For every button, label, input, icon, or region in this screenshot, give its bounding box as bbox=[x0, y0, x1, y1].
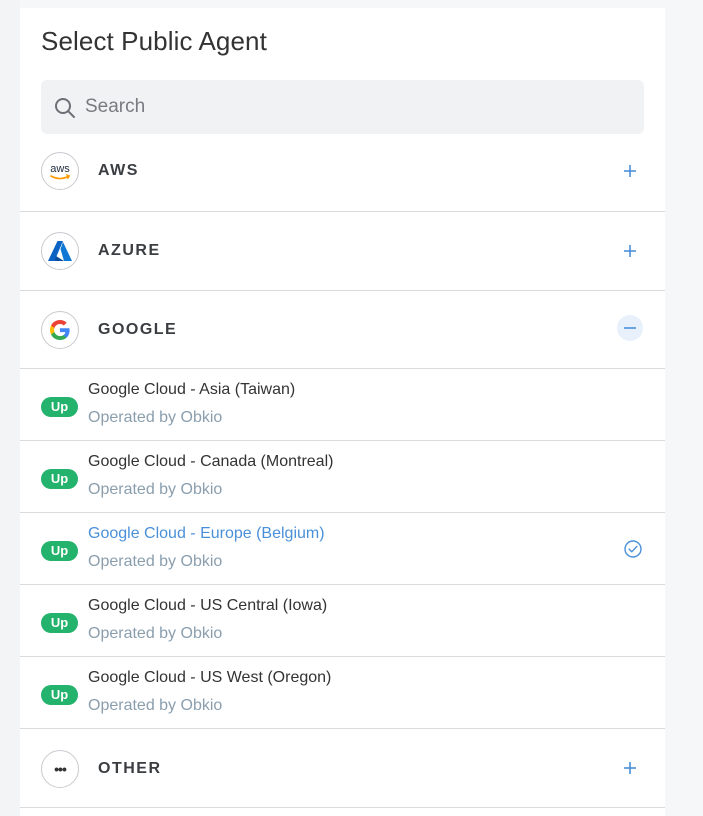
more-dots-icon: ••• bbox=[41, 750, 79, 788]
provider-name-google: GOOGLE bbox=[98, 321, 178, 338]
plus-icon bbox=[624, 762, 636, 774]
provider-row-other[interactable]: ••• OTHER bbox=[20, 729, 665, 808]
svg-text:aws: aws bbox=[50, 163, 70, 175]
provider-name-azure: AZURE bbox=[98, 242, 161, 259]
provider-row-azure[interactable]: AZURE bbox=[20, 212, 665, 291]
status-badge: Up bbox=[41, 397, 78, 417]
agent-operator: Operated by Obkio bbox=[88, 409, 223, 426]
agent-operator: Operated by Obkio bbox=[88, 553, 223, 570]
search-icon bbox=[55, 98, 75, 118]
search-box[interactable] bbox=[41, 80, 644, 134]
agent-name: Google Cloud - US Central (Iowa) bbox=[88, 597, 328, 614]
minus-icon bbox=[624, 327, 636, 329]
agent-operator: Operated by Obkio bbox=[88, 481, 223, 498]
search-input[interactable] bbox=[85, 80, 625, 134]
azure-logo-icon bbox=[41, 232, 79, 270]
status-badge: Up bbox=[41, 541, 78, 561]
expand-aws-button[interactable] bbox=[617, 158, 643, 184]
agent-row[interactable]: Up Google Cloud - Canada (Montreal) Oper… bbox=[20, 441, 665, 513]
agent-row[interactable]: Up Google Cloud - US Central (Iowa) Oper… bbox=[20, 585, 665, 657]
expand-other-button[interactable] bbox=[617, 755, 643, 781]
right-background bbox=[665, 8, 703, 816]
agent-name: Google Cloud - Canada (Montreal) bbox=[88, 453, 334, 470]
check-circle-icon bbox=[624, 540, 642, 558]
provider-row-google[interactable]: GOOGLE bbox=[20, 291, 665, 369]
agent-row[interactable]: Up Google Cloud - US West (Oregon) Opera… bbox=[20, 657, 665, 729]
agent-selector-panel: Select Public Agent aws AWS bbox=[20, 8, 665, 816]
agent-row-selected[interactable]: Up Google Cloud - Europe (Belgium) Opera… bbox=[20, 513, 665, 585]
plus-icon bbox=[624, 165, 636, 177]
panel-title: Select Public Agent bbox=[41, 26, 267, 56]
aws-logo-icon: aws bbox=[41, 152, 79, 190]
plus-icon bbox=[624, 245, 636, 257]
provider-name-aws: AWS bbox=[98, 162, 139, 179]
status-badge: Up bbox=[41, 613, 78, 633]
status-badge: Up bbox=[41, 469, 78, 489]
status-badge: Up bbox=[41, 685, 78, 705]
google-logo-icon bbox=[41, 311, 79, 349]
agent-operator: Operated by Obkio bbox=[88, 697, 223, 714]
agent-name: Google Cloud - Europe (Belgium) bbox=[88, 525, 325, 542]
left-gutter bbox=[0, 0, 20, 816]
collapse-google-button[interactable] bbox=[617, 315, 643, 341]
expand-azure-button[interactable] bbox=[617, 238, 643, 264]
agent-name: Google Cloud - Asia (Taiwan) bbox=[88, 381, 296, 398]
agent-operator: Operated by Obkio bbox=[88, 625, 223, 642]
agent-name: Google Cloud - US West (Oregon) bbox=[88, 669, 332, 686]
provider-row-aws[interactable]: aws AWS bbox=[20, 134, 665, 212]
provider-name-other: OTHER bbox=[98, 760, 162, 777]
agent-row[interactable]: Up Google Cloud - Asia (Taiwan) Operated… bbox=[20, 369, 665, 441]
